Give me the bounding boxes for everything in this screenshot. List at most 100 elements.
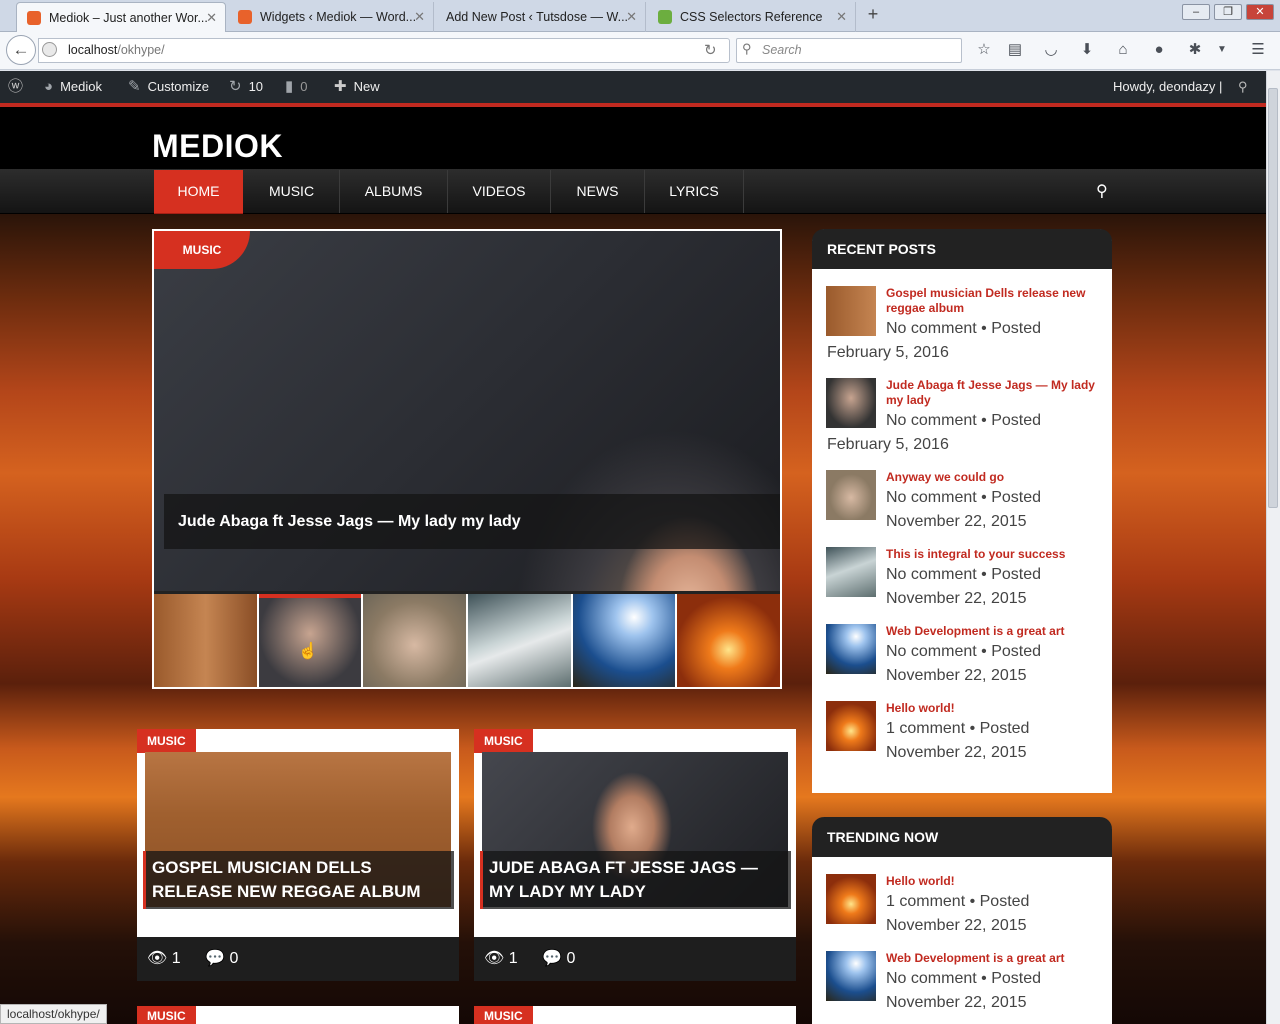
post-meta: 1 comment • Posted — [886, 720, 1030, 737]
account-menu[interactable]: Howdy, deondazy | — [1113, 71, 1222, 103]
close-tab-icon[interactable]: ✕ — [414, 9, 425, 25]
brush-icon: ✎ — [128, 78, 141, 95]
url-path: /okhype/ — [117, 43, 165, 57]
browser-tab-widgets[interactable]: Widgets ‹ Mediok — Word... ✕ — [228, 2, 434, 32]
howdy-text: Howdy, deondazy — [1113, 79, 1216, 94]
close-tab-icon[interactable]: ✕ — [836, 9, 847, 25]
post-title-link[interactable]: This is integral to your success — [886, 547, 1101, 562]
home-icon[interactable]: ⌂ — [1113, 40, 1133, 60]
nav-albums[interactable]: ALBUMS — [340, 170, 448, 213]
thumbnail-woman-glasses[interactable] — [363, 594, 467, 687]
card-title[interactable]: GOSPEL MUSICIAN DELLS RELEASE NEW REGGAE… — [143, 851, 454, 909]
card-title[interactable]: JUDE ABAGA FT JESSE JAGS — MY LADY MY LA… — [480, 851, 791, 909]
browser-tab-mediok[interactable]: Mediok – Just another Wor... ✕ — [16, 2, 226, 32]
back-button[interactable]: ← — [6, 35, 36, 65]
new-content-link[interactable]: ✚ New — [334, 71, 380, 103]
card-category-badge[interactable]: MUSIC — [474, 1006, 533, 1024]
post-date: November 22, 2015 — [886, 667, 1027, 684]
post-title-link[interactable]: Gospel musician Dells release new reggae… — [886, 286, 1101, 316]
post-thumbnail[interactable] — [826, 378, 876, 428]
post-thumbnail[interactable] — [826, 470, 876, 520]
reading-list-icon[interactable]: ▤ — [1005, 40, 1025, 60]
thumbnail-guitarist[interactable] — [154, 594, 257, 687]
post-date: November 22, 2015 — [886, 994, 1027, 1011]
card-category-badge[interactable]: MUSIC — [137, 729, 196, 753]
browser-tab-css-selectors[interactable]: CSS Selectors Reference ✕ — [648, 2, 856, 32]
admin-search-icon[interactable]: ⚲ — [1238, 71, 1248, 103]
menu-icon[interactable]: ☰ — [1248, 40, 1268, 60]
nav-videos[interactable]: VIDEOS — [448, 170, 551, 213]
plus-icon: ✚ — [334, 78, 347, 95]
browser-tab-add-new-post[interactable]: Add New Post ‹ Tutsdose — W... ✕ — [436, 2, 646, 32]
post-title-link[interactable]: Jude Abaga ft Jesse Jags — My lady my la… — [886, 378, 1101, 408]
minimize-button[interactable]: – — [1182, 4, 1210, 20]
thumbnail-windsurf[interactable] — [468, 594, 571, 687]
card-category-badge[interactable]: MUSIC — [474, 729, 533, 753]
chat-icon[interactable]: ● — [1149, 40, 1169, 60]
post-title-link[interactable]: Web Development is a great art — [886, 624, 1101, 639]
close-tab-icon[interactable]: ✕ — [626, 9, 637, 25]
site-logo[interactable]: MEDIOK — [152, 128, 283, 165]
customize-link[interactable]: ✎ Customize — [128, 71, 209, 103]
post-date: February 5, 2016 — [827, 436, 949, 453]
post-title-link[interactable]: Hello world! — [886, 701, 1101, 716]
bookmark-star-icon[interactable]: ☆ — [974, 40, 994, 60]
comment-count: 0 — [229, 950, 239, 967]
reload-icon[interactable]: ↻ — [704, 41, 717, 59]
chevron-down-icon[interactable]: ▼ — [1212, 40, 1232, 60]
post-title-link[interactable]: Hello world! — [886, 874, 1101, 889]
slider-thumbnails — [154, 594, 781, 687]
nav-news[interactable]: NEWS — [551, 170, 645, 213]
url-text[interactable]: localhost/okhype/ — [68, 43, 165, 57]
pocket-icon[interactable]: ◡ — [1041, 40, 1061, 60]
post-meta: No comment • Posted — [886, 412, 1041, 429]
new-tab-button[interactable]: + — [862, 4, 884, 25]
view-count: 1 — [508, 950, 518, 967]
updates-link[interactable]: ↻ 10 — [229, 71, 263, 103]
post-thumbnail[interactable] — [826, 624, 876, 674]
restore-button[interactable]: ❐ — [1214, 4, 1242, 20]
admin-site-link[interactable]: ◕ Mediok — [44, 71, 102, 103]
comments-link[interactable]: ▮ 0 — [285, 71, 308, 103]
view-count: 1 — [171, 950, 181, 967]
post-thumbnail[interactable] — [826, 547, 876, 597]
eye-icon: 👁 — [147, 950, 168, 967]
close-window-button[interactable]: ✕ — [1246, 4, 1274, 20]
thumbnail-sunset[interactable] — [677, 594, 781, 687]
site-name: Mediok — [60, 79, 102, 94]
card-footer: 👁 1 💬 0 — [474, 937, 796, 981]
card-category-badge[interactable]: MUSIC — [137, 1006, 196, 1024]
post-date: February 5, 2016 — [827, 344, 949, 361]
post-thumbnail[interactable] — [826, 951, 876, 1001]
site-identity-icon[interactable] — [42, 42, 57, 57]
close-tab-icon[interactable]: ✕ — [206, 10, 217, 26]
post-thumbnail[interactable] — [826, 701, 876, 751]
post-title-link[interactable]: Web Development is a great art — [886, 951, 1101, 966]
browser-status-url: localhost/okhype/ — [0, 1004, 107, 1024]
card-footer: 👁 1 💬 0 — [137, 937, 459, 981]
new-label: New — [353, 79, 380, 94]
search-placeholder: Search — [762, 43, 802, 57]
nav-home[interactable]: HOME — [154, 170, 243, 213]
updates-icon: ↻ — [229, 78, 242, 95]
post-date: November 22, 2015 — [886, 590, 1027, 607]
post-title-link[interactable]: Anyway we could go — [886, 470, 1101, 485]
thumbnail-road[interactable] — [572, 594, 676, 687]
nav-lyrics[interactable]: LYRICS — [645, 170, 744, 213]
url-host: localhost — [68, 43, 118, 57]
comment-icon: 💬 — [205, 950, 226, 967]
addon-icon[interactable]: ✱ — [1185, 40, 1205, 60]
scrollbar-thumb[interactable] — [1268, 88, 1278, 508]
slide-caption[interactable]: Jude Abaga ft Jesse Jags — My lady my la… — [164, 494, 780, 549]
updates-count: 10 — [248, 79, 264, 94]
downloads-icon[interactable]: ⬇ — [1077, 40, 1097, 60]
post-thumbnail[interactable] — [826, 286, 876, 336]
favicon — [238, 10, 252, 24]
post-meta: No comment • Posted — [886, 566, 1041, 583]
nav-music[interactable]: MUSIC — [244, 170, 340, 213]
post-thumbnail[interactable] — [826, 874, 876, 924]
post-date: November 22, 2015 — [886, 744, 1027, 761]
site-search-icon[interactable]: ⚲ — [1096, 181, 1108, 201]
wordpress-logo-icon[interactable]: ⓦ — [8, 71, 30, 103]
wp-admin-bar: ⓦ ◕ Mediok ✎ Customize ↻ 10 ▮ 0 ✚ New Howdy, … — [0, 71, 1266, 103]
